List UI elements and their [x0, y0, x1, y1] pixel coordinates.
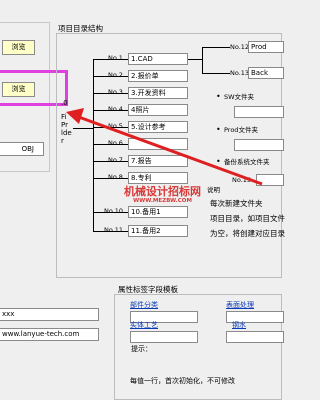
- watermark: 机械设计招标网 WWW.MEZBW.COM: [124, 186, 201, 205]
- watermark-sub: WWW.MEZBW.COM: [133, 198, 192, 204]
- watermark-main: 机械设计招标网: [124, 185, 201, 198]
- attr-link-process[interactable]: 实体工艺: [130, 321, 158, 330]
- attr-link-surface[interactable]: 表面处理: [226, 301, 254, 310]
- attributes-title: 属性标签字段模板: [118, 285, 178, 294]
- attr-field-4[interactable]: [226, 331, 284, 343]
- attr-link-steel[interactable]: 钢水: [232, 321, 246, 330]
- attr-hint: 提示：: [131, 345, 152, 353]
- attr-link-parts[interactable]: 部件分类: [130, 301, 158, 310]
- attr-field-3[interactable]: [130, 331, 198, 343]
- attr-note: 每值一行，首次初始化，不可修改: [130, 377, 235, 385]
